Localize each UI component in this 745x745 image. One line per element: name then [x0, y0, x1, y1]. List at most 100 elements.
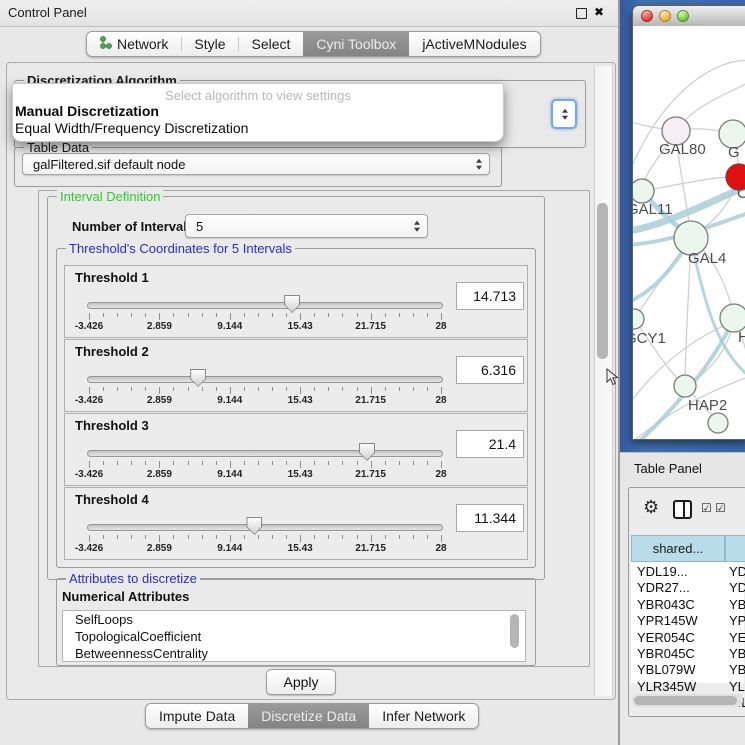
- apply-button[interactable]: Apply: [266, 669, 336, 695]
- slider-tick: [342, 461, 343, 465]
- slider-tick: [258, 313, 259, 317]
- table-cell[interactable]: YDL1: [729, 564, 745, 579]
- control-panel: Control Panel ✖ Networ: [0, 0, 620, 745]
- table-hscrollbar-track[interactable]: [632, 694, 743, 707]
- threshold-value-field[interactable]: 11.344: [456, 504, 524, 532]
- slider-track[interactable]: [87, 450, 443, 457]
- slider-thumb[interactable]: [246, 517, 262, 535]
- slider-tick: [188, 535, 189, 539]
- close-traffic-light-icon[interactable]: [641, 10, 653, 22]
- node-label: GCY1: [633, 330, 666, 347]
- tab-select[interactable]: Select: [238, 32, 303, 56]
- table-cell[interactable]: YLR3: [729, 679, 745, 694]
- tab-style[interactable]: Style: [181, 32, 238, 56]
- table-cell[interactable]: YDR2: [729, 580, 745, 595]
- slider-track[interactable]: [87, 302, 443, 309]
- panel-scrollbar-thumb[interactable]: [597, 203, 608, 359]
- network-node-unlabeled[interactable]: [708, 413, 728, 433]
- column-header-name[interactable]: n: [725, 535, 745, 562]
- slider-tick: [413, 461, 414, 465]
- slider-tick-label: 15.43: [288, 321, 313, 332]
- slider-tick: [328, 461, 329, 465]
- slider-tick: [328, 535, 329, 539]
- attribute-list-item[interactable]: BetweennessCentrality: [63, 645, 525, 662]
- table-cell[interactable]: YPR1: [729, 613, 745, 628]
- slider-thumb[interactable]: [284, 295, 300, 313]
- table-hscrollbar-thumb[interactable]: [634, 696, 737, 705]
- threshold-label: Threshold 2: [75, 344, 149, 359]
- attribute-list-item[interactable]: TopologicalCoefficient: [63, 628, 525, 645]
- checkbox-icon[interactable]: ☑: [701, 501, 712, 515]
- slider-tick: [103, 313, 104, 317]
- network-node-hap2[interactable]: [674, 375, 696, 397]
- network-view-window[interactable]: GAL80GCGAL11GAL4GCY1HHAP2: [632, 5, 745, 440]
- slider-tick: [441, 461, 442, 468]
- table-cell[interactable]: YPR145W: [637, 613, 698, 628]
- node-label: H: [738, 329, 745, 346]
- slider-tick-label: 28: [435, 469, 446, 480]
- slider-track[interactable]: [87, 376, 443, 383]
- slider-tick: [371, 313, 372, 320]
- network-node-gcy1[interactable]: [633, 309, 644, 329]
- table-cell[interactable]: YBR045C: [637, 646, 695, 661]
- slider-tick: [385, 535, 386, 539]
- split-columns-icon[interactable]: [673, 500, 692, 519]
- numerical-attributes-list[interactable]: SelfLoopsTopologicalCoefficientBetweenne…: [62, 610, 526, 662]
- slider-tick-label: 9.144: [217, 395, 242, 406]
- slider-thumb[interactable]: [190, 369, 206, 387]
- network-node-h[interactable]: [720, 304, 745, 332]
- threshold-value-field[interactable]: 6.316: [456, 356, 524, 384]
- slider-tick: [173, 313, 174, 317]
- threshold-value-field[interactable]: 14.713: [456, 282, 524, 310]
- threshold-value-field[interactable]: 21.4: [456, 430, 524, 458]
- float-window-icon[interactable]: [576, 8, 587, 19]
- tab-impute-data[interactable]: Impute Data: [146, 704, 248, 728]
- table-cell[interactable]: YER0: [729, 630, 745, 645]
- table-cell[interactable]: YDR27...: [637, 580, 690, 595]
- table-cell[interactable]: YER054C: [637, 630, 695, 645]
- zoom-traffic-light-icon[interactable]: [677, 10, 689, 22]
- table-data-combo[interactable]: galFiltered.sif default node: [22, 153, 490, 175]
- threshold-row-1: Threshold 1 14.713 -3.4262.8599.14415.43…: [64, 265, 528, 338]
- minimize-traffic-light-icon[interactable]: [659, 10, 671, 22]
- table-cell[interactable]: YBL079W: [637, 662, 696, 677]
- table-cell[interactable]: YBL0: [729, 662, 745, 677]
- slider-tick: [117, 535, 118, 539]
- checkbox-icon[interactable]: ☑: [715, 501, 726, 515]
- slider-tick: [230, 313, 231, 320]
- slider-tick: [286, 313, 287, 317]
- network-node-gal11[interactable]: [633, 179, 654, 203]
- table-cell[interactable]: YBR043C: [637, 597, 695, 612]
- threshold-label: Threshold 3: [75, 418, 149, 433]
- tab-cyni-toolbox[interactable]: Cyni Toolbox: [303, 32, 409, 56]
- tab-infer-network[interactable]: Infer Network: [369, 704, 478, 728]
- slider-tick: [230, 461, 231, 468]
- slider-tick: [117, 461, 118, 465]
- table-cell[interactable]: YDL19...: [637, 564, 688, 579]
- column-header-shared-name[interactable]: shared...: [631, 535, 725, 562]
- attribute-list-item[interactable]: SelfLoops: [63, 611, 525, 628]
- number-of-intervals-combo[interactable]: 5: [185, 214, 428, 238]
- slider-thumb[interactable]: [359, 443, 375, 461]
- gear-icon[interactable]: ⚙: [643, 497, 659, 518]
- slider-track[interactable]: [87, 524, 443, 531]
- slider-tick: [131, 535, 132, 539]
- slider-tick: [131, 387, 132, 391]
- tab-jactivemnodules[interactable]: jActiveMNodules: [409, 32, 539, 56]
- algorithm-option-manual[interactable]: Manual Discretization: [15, 103, 159, 119]
- table-cell[interactable]: YBR0: [729, 646, 745, 661]
- list-scrollbar-thumb[interactable]: [510, 614, 519, 648]
- tab-network[interactable]: Network: [87, 32, 181, 56]
- table-cell[interactable]: YBR0: [729, 597, 745, 612]
- slider-tick: [399, 387, 400, 391]
- slider-tick: [216, 535, 217, 539]
- network-window-titlebar[interactable]: [633, 6, 745, 27]
- close-icon[interactable]: ✖: [594, 5, 604, 19]
- tab-discretize-data[interactable]: Discretize Data: [248, 704, 369, 728]
- slider-tick: [272, 535, 273, 539]
- table-cell[interactable]: YLR345W: [637, 679, 696, 694]
- algorithm-option-equal-width[interactable]: Equal Width/Frequency Discretization: [15, 120, 248, 136]
- node-label: GAL11: [633, 201, 673, 218]
- algorithm-combo-stepper[interactable]: [551, 99, 577, 129]
- network-canvas[interactable]: GAL80GCGAL11GAL4GCY1HHAP2: [633, 26, 745, 439]
